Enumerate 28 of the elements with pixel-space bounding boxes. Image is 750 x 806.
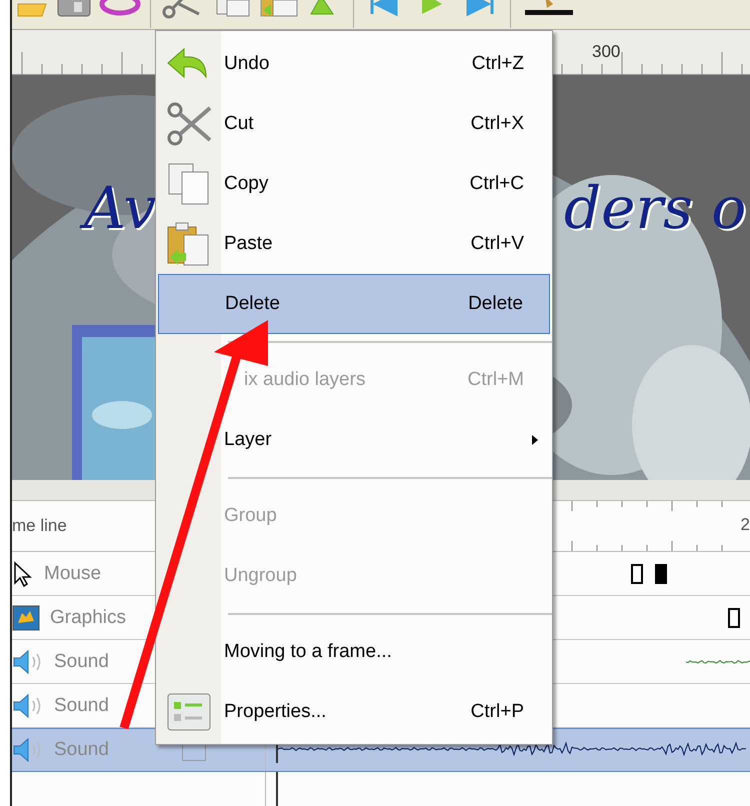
menu-item[interactable]: Moving to a frame... [156,622,552,682]
keyframe-marker[interactable] [728,608,740,628]
layer-name: Sound [54,694,109,716]
shortcut-label: Ctrl+C [470,173,524,195]
waveform [686,660,750,664]
copy-icon [166,162,212,206]
layer-name: Mouse [44,562,102,584]
shortcut-label: Ctrl+X [470,113,524,135]
shortcut-label: Ctrl+Z [472,53,524,75]
paste-icon [166,221,212,267]
menu-item[interactable]: Undo Ctrl+Z [156,34,552,94]
menu-item[interactable]: Layer [156,410,552,470]
image-icon [12,604,40,630]
menu-item[interactable]: Delete Delete [158,274,550,334]
keyframe-marker[interactable] [631,564,643,584]
properties-icon [166,692,212,732]
layer-name: Sound [54,739,109,761]
layer-name: Graphics [50,606,126,628]
keyframe-marker[interactable] [655,564,667,584]
shortcut-label: Ctrl+P [470,701,524,723]
menu-item[interactable]: Cut Ctrl+X [156,94,552,154]
slide-title: ders o [563,173,748,244]
shortcut-label: Ctrl+V [470,233,524,255]
scissors-icon [166,102,212,146]
ruler-label: 2 [740,515,750,535]
shortcut-label: Delete [468,293,523,315]
layer-name: Sound [54,650,109,672]
shortcut-label: Ctrl+M [468,369,524,391]
